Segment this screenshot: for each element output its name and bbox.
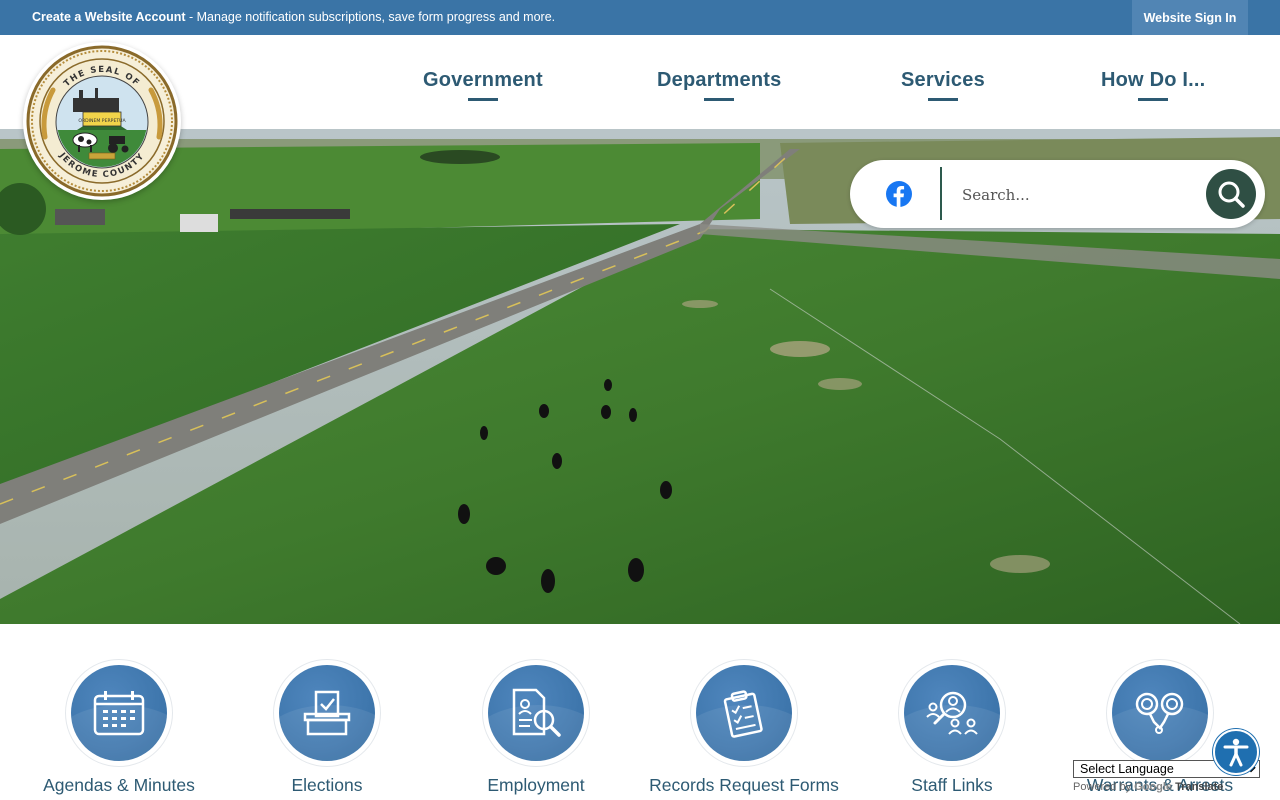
quick-link-agendas-minutes[interactable]: Agendas & Minutes xyxy=(15,624,223,800)
quick-link-employment[interactable]: Employment xyxy=(432,624,640,800)
nav-departments[interactable]: Departments xyxy=(657,69,781,92)
quick-link-label: Records Request Forms xyxy=(649,775,839,795)
quick-link-circle xyxy=(483,660,589,766)
nav-how-do-i[interactable]: How Do I... xyxy=(1101,69,1205,92)
search-input[interactable] xyxy=(960,178,1194,212)
create-account-link[interactable]: Create a Website Account xyxy=(32,10,186,24)
people-search-icon xyxy=(926,691,978,735)
top-notification-bar: Create a Website Account - Manage notifi… xyxy=(0,0,1280,35)
search-button[interactable] xyxy=(1206,169,1256,219)
county-seal-logo[interactable]: THE SEAL OF JEROME COUNTY ORDINEM PERPET… xyxy=(23,42,181,200)
quick-link-circle xyxy=(899,660,1005,766)
nav-services[interactable]: Services xyxy=(901,69,985,92)
clipboard-form-icon xyxy=(723,690,763,738)
search-divider xyxy=(940,167,942,220)
document-search-icon xyxy=(512,688,561,737)
site-header: Government Departments Services How Do I… xyxy=(0,35,1280,129)
translate-link[interactable]: Translate xyxy=(1175,781,1223,793)
quick-link-staff-links[interactable]: Staff Links xyxy=(848,624,1056,800)
powered-by-text: Powered by xyxy=(1073,781,1132,793)
accessibility-icon xyxy=(1223,738,1249,767)
quick-link-icon-bg xyxy=(1112,665,1208,761)
quick-link-icon-bg xyxy=(904,665,1000,761)
website-sign-in-button[interactable]: Website Sign In xyxy=(1132,0,1248,35)
quick-link-circle xyxy=(274,660,380,766)
main-nav: Government Departments Services How Do I… xyxy=(0,35,1280,129)
quick-link-records-request-forms[interactable]: Records Request Forms xyxy=(640,624,848,800)
quick-link-icon-bg xyxy=(71,665,167,761)
quick-link-icon-bg xyxy=(488,665,584,761)
handcuffs-icon xyxy=(1135,692,1184,734)
account-message: Create a Website Account - Manage notifi… xyxy=(32,10,555,24)
google-logo: Google xyxy=(1134,781,1173,793)
quick-link-circle xyxy=(691,660,797,766)
quick-link-circle xyxy=(1107,660,1213,766)
seal-graphic: THE SEAL OF JEROME COUNTY ORDINEM PERPET… xyxy=(26,45,178,197)
quick-link-label: Agendas & Minutes xyxy=(43,775,195,795)
account-description: - Manage notification subscriptions, sav… xyxy=(185,10,556,24)
facebook-icon[interactable] xyxy=(886,181,912,207)
calendar-icon xyxy=(93,691,145,736)
quick-link-icon-bg xyxy=(279,665,375,761)
quick-link-label: Elections xyxy=(291,775,363,795)
nav-government[interactable]: Government xyxy=(423,69,543,92)
search-icon xyxy=(1218,181,1245,208)
quick-link-label: Staff Links xyxy=(911,775,993,795)
quick-link-circle xyxy=(66,660,172,766)
quick-link-elections[interactable]: Elections xyxy=(223,624,431,800)
ballot-box-icon xyxy=(303,690,351,736)
accessibility-button[interactable] xyxy=(1213,729,1259,775)
quick-link-label: Employment xyxy=(487,775,585,795)
seal-motto: ORDINEM PERPETUA xyxy=(78,118,126,124)
search-widget xyxy=(850,160,1265,228)
powered-by-google: Powered by Google Translate xyxy=(1073,781,1263,793)
quick-link-icon-bg xyxy=(696,665,792,761)
